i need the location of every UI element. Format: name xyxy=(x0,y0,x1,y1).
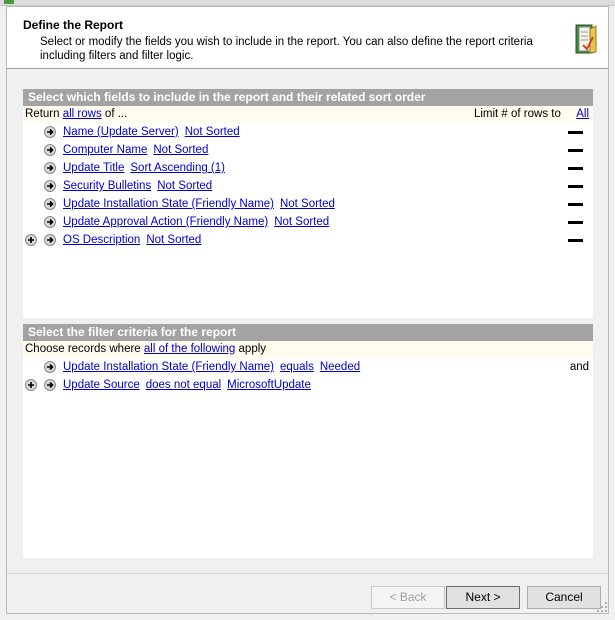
filter-field-link[interactable]: Update Source xyxy=(63,379,140,391)
resize-grip-icon[interactable] xyxy=(596,601,608,613)
filter-conjunction: and xyxy=(569,361,589,373)
sort-order-link[interactable]: Not Sorted xyxy=(153,144,208,156)
field-name-link[interactable]: OS Description xyxy=(63,234,140,246)
fields-section-header: Select which fields to include in the re… xyxy=(23,89,593,106)
field-row: Computer Name Not Sorted xyxy=(23,141,593,159)
sort-order-link[interactable]: Not Sorted xyxy=(274,216,329,228)
limit-label: Limit # of rows to xyxy=(473,108,561,120)
remove-field-icon[interactable] xyxy=(568,185,583,188)
field-name-link[interactable]: Computer Name xyxy=(63,144,147,156)
return-prefix: Return xyxy=(25,108,60,120)
return-rows-link[interactable]: all rows xyxy=(63,108,102,120)
row-arrow-icon[interactable] xyxy=(44,361,56,373)
filter-value-link[interactable]: Needed xyxy=(320,361,360,373)
filter-section-header: Select the filter criteria for the repor… xyxy=(23,324,593,341)
filter-row: Update Source does not equal MicrosoftUpda… xyxy=(23,376,593,394)
return-suffix: of ... xyxy=(104,108,128,120)
field-name-link[interactable]: Security Bulletins xyxy=(63,180,151,192)
field-row: Name (Update Server) Not Sorted xyxy=(23,123,593,141)
filter-field-link[interactable]: Update Installation State (Friendly Name… xyxy=(63,361,274,373)
field-name-link[interactable]: Name (Update Server) xyxy=(63,126,179,138)
row-arrow-icon[interactable] xyxy=(44,234,56,246)
page-description: Select or modify the fields you wish to … xyxy=(40,36,533,62)
remove-field-icon[interactable] xyxy=(568,203,583,206)
field-row: Update Installation State (Friendly Name… xyxy=(23,195,593,213)
add-field-icon[interactable] xyxy=(25,234,37,246)
field-cell: Computer Name Not Sorted xyxy=(63,141,214,159)
back-button[interactable]: < Back xyxy=(371,586,445,609)
filter-operator-link[interactable]: does not equal xyxy=(146,379,221,391)
filter-panel: Select the filter criteria for the repor… xyxy=(23,324,593,558)
field-cell: Update Title Sort Ascending (1) xyxy=(63,159,231,177)
field-row: Security Bulletins Not Sorted xyxy=(23,177,593,195)
remove-field-icon[interactable] xyxy=(568,131,583,134)
field-rows: Name (Update Server) Not Sorted Computer N… xyxy=(23,123,593,249)
row-arrow-icon[interactable] xyxy=(44,180,56,192)
page-title: Define the Report xyxy=(23,18,124,32)
field-name-link[interactable]: Update Approval Action (Friendly Name) xyxy=(63,216,268,228)
row-arrow-icon[interactable] xyxy=(44,379,56,391)
remove-field-icon[interactable] xyxy=(568,149,583,152)
limit-rows: Limit # of rows to All xyxy=(474,106,589,123)
filter-rows: Update Installation State (Friendly Name… xyxy=(23,358,593,394)
choose-records-line: Choose records where all of the followin… xyxy=(23,341,593,358)
field-cell: OS Description Not Sorted xyxy=(63,231,207,249)
field-cell: Update Approval Action (Friendly Name) No… xyxy=(63,213,335,231)
choose-prefix: Choose records where xyxy=(25,343,141,355)
add-filter-icon[interactable] xyxy=(25,379,37,391)
row-arrow-icon[interactable] xyxy=(44,126,56,138)
field-cell: Security Bulletins Not Sorted xyxy=(63,177,218,195)
sort-order-link[interactable]: Not Sorted xyxy=(185,126,240,138)
row-arrow-icon[interactable] xyxy=(44,144,56,156)
cancel-button[interactable]: Cancel xyxy=(527,586,601,609)
next-button[interactable]: Next > xyxy=(446,586,520,609)
sort-order-link[interactable]: Not Sorted xyxy=(146,234,201,246)
filter-cell: Update Source does not equal MicrosoftUpda… xyxy=(63,376,317,394)
remove-field-icon[interactable] xyxy=(568,167,583,170)
field-cell: Update Installation State (Friendly Name… xyxy=(63,195,341,213)
filter-value-link[interactable]: MicrosoftUpdate xyxy=(227,379,311,391)
app-icon xyxy=(4,0,14,4)
filter-row: Update Installation State (Friendly Name… xyxy=(23,358,593,376)
sort-order-link[interactable]: Not Sorted xyxy=(157,180,212,192)
limit-rows-link[interactable]: All xyxy=(576,108,589,120)
field-cell: Name (Update Server) Not Sorted xyxy=(63,123,246,141)
field-row: OS Description Not Sorted xyxy=(23,231,593,249)
field-name-link[interactable]: Update Installation State (Friendly Name… xyxy=(63,198,274,210)
filter-logic-link[interactable]: all of the following xyxy=(144,343,235,355)
field-row: Update Title Sort Ascending (1) xyxy=(23,159,593,177)
row-arrow-icon[interactable] xyxy=(44,216,56,228)
sort-order-link[interactable]: Sort Ascending (1) xyxy=(130,162,225,174)
report-book-icon xyxy=(575,24,597,54)
filter-operator-link[interactable]: equals xyxy=(280,361,314,373)
row-arrow-icon[interactable] xyxy=(44,162,56,174)
wizard-window: Define the Report Select or modify the f… xyxy=(6,6,609,614)
wizard-header: Define the Report Select or modify the f… xyxy=(7,7,608,69)
remove-field-icon[interactable] xyxy=(568,221,583,224)
row-arrow-icon[interactable] xyxy=(44,198,56,210)
sort-order-link[interactable]: Not Sorted xyxy=(280,198,335,210)
field-row: Update Approval Action (Friendly Name) No… xyxy=(23,213,593,231)
filter-cell: Update Installation State (Friendly Name… xyxy=(63,358,366,376)
field-name-link[interactable]: Update Title xyxy=(63,162,124,174)
fields-panel: Select which fields to include in the re… xyxy=(23,89,593,318)
return-rows-line: Return all rows of ... Limit # of rows t… xyxy=(23,106,593,123)
remove-field-icon[interactable] xyxy=(568,239,583,242)
choose-suffix: apply xyxy=(238,343,267,355)
